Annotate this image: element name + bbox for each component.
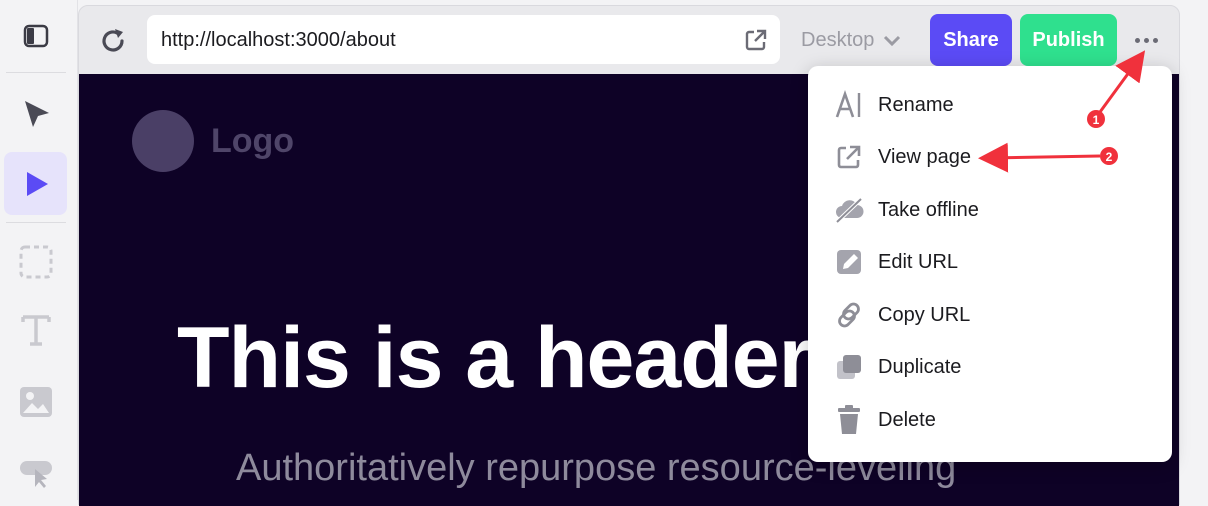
component-tool-button[interactable] — [4, 440, 67, 503]
trash-icon — [834, 405, 864, 435]
pencil-icon — [834, 247, 864, 277]
chevron-down-icon — [884, 35, 901, 47]
image-tool-button[interactable] — [4, 370, 67, 433]
dot-icon — [1152, 37, 1158, 43]
frame-tool-button[interactable] — [4, 230, 67, 293]
select-tool-button[interactable] — [4, 82, 67, 145]
menu-item-take-offline[interactable]: Take offline — [808, 186, 1172, 234]
panel-toggle-icon — [23, 24, 48, 47]
duplicate-icon — [834, 352, 864, 382]
url-bar[interactable]: http://localhost:3000/about — [147, 15, 780, 64]
menu-item-label: View page — [878, 145, 972, 168]
url-text: http://localhost:3000/about — [161, 29, 396, 51]
publish-button[interactable]: Publish — [1020, 14, 1117, 66]
image-icon — [19, 386, 52, 417]
device-label: Desktop — [801, 28, 875, 51]
menu-item-label: Duplicate — [878, 355, 962, 378]
logo-text: Logo — [211, 122, 295, 160]
offline-icon — [834, 195, 864, 225]
menu-item-view-page[interactable]: View page — [808, 133, 1172, 181]
external-link-icon — [745, 29, 767, 51]
toggle-panel-button[interactable] — [4, 4, 67, 67]
preview-toolbar: http://localhost:3000/about Desktop Shar… — [79, 6, 1179, 74]
external-link-icon — [834, 142, 864, 172]
hero-title-main: This is a header — [177, 310, 834, 406]
logo-mark — [132, 110, 194, 172]
dot-icon — [1134, 37, 1140, 43]
dot-icon — [1143, 37, 1149, 43]
menu-item-label: Take offline — [878, 198, 979, 221]
menu-item-label: Edit URL — [878, 250, 959, 273]
menu-item-delete[interactable]: Delete — [808, 396, 1172, 444]
menu-item-label: Copy URL — [878, 303, 971, 326]
text-tool-button[interactable] — [4, 298, 67, 361]
refresh-icon — [102, 29, 124, 52]
menu-item-copy-url[interactable]: Copy URL — [808, 291, 1172, 339]
cursor-arrow-icon — [24, 100, 49, 127]
play-icon — [26, 171, 48, 196]
dashed-frame-icon — [19, 245, 52, 278]
link-icon — [834, 300, 864, 330]
menu-item-label: Rename — [878, 93, 954, 116]
share-button[interactable]: Share — [930, 14, 1012, 66]
device-selector[interactable]: Desktop — [801, 26, 902, 54]
preview-tool-button[interactable] — [4, 152, 67, 215]
more-options-button[interactable] — [1131, 26, 1161, 54]
rename-icon — [834, 90, 864, 120]
text-icon — [20, 314, 51, 346]
menu-item-edit-url[interactable]: Edit URL — [808, 238, 1172, 286]
menu-item-rename[interactable]: Rename — [808, 81, 1172, 129]
menu-item-label: Delete — [878, 408, 936, 431]
hero-title: This is a header a — [177, 309, 882, 408]
refresh-button[interactable] — [97, 25, 129, 57]
page-options-menu: Rename View page Take offline Edit URL C… — [808, 66, 1172, 462]
open-external-button[interactable] — [744, 28, 768, 57]
menu-item-duplicate[interactable]: Duplicate — [808, 343, 1172, 391]
hand-pointer-icon — [19, 460, 52, 488]
tool-sidebar — [0, 0, 78, 500]
